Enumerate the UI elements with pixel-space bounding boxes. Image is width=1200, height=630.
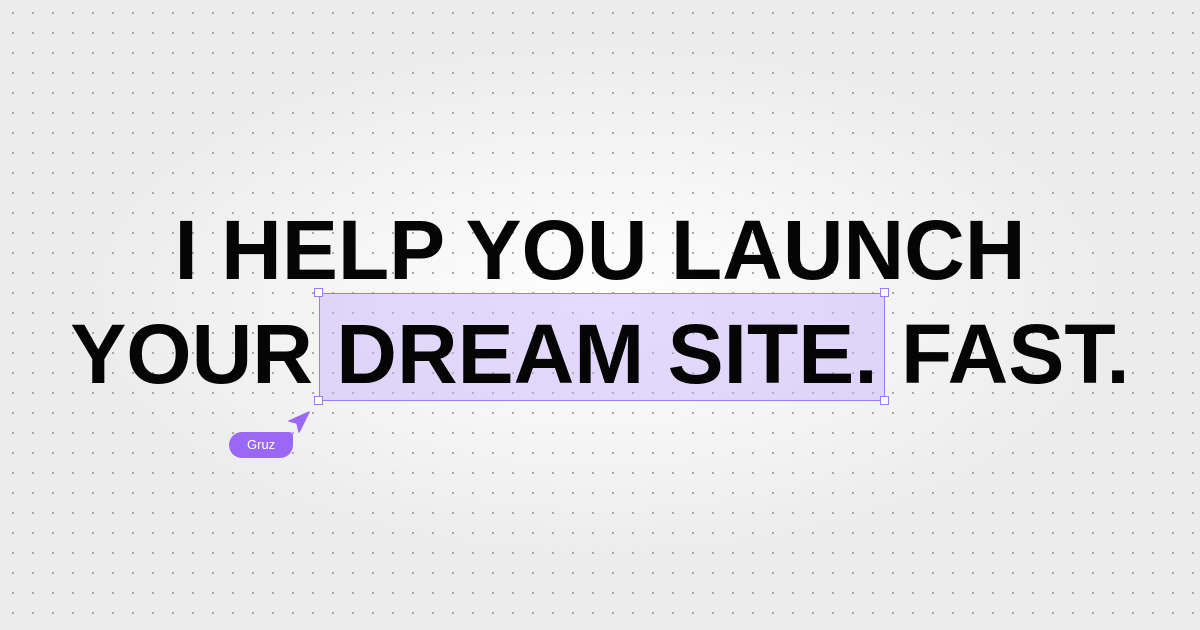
headline-line-1: I HELP YOU LAUNCH [174,203,1026,297]
design-canvas: I HELP YOU LAUNCH YOUR DREAM SITE. FAST.… [0,0,1200,630]
headline-prefix: YOUR [70,307,337,401]
selection-handle-bottom-right[interactable] [880,396,889,405]
selection-handle-top-left[interactable] [314,288,323,297]
selection-handle-top-right[interactable] [880,288,889,297]
highlighted-phrase[interactable]: DREAM SITE. [336,307,877,401]
headline-suffix: FAST. [877,307,1130,401]
selection-handle-bottom-left[interactable] [314,396,323,405]
headline-line-2: YOUR DREAM SITE. FAST. [0,302,1200,406]
collaborator-cursor-label: Gruz [229,432,294,458]
